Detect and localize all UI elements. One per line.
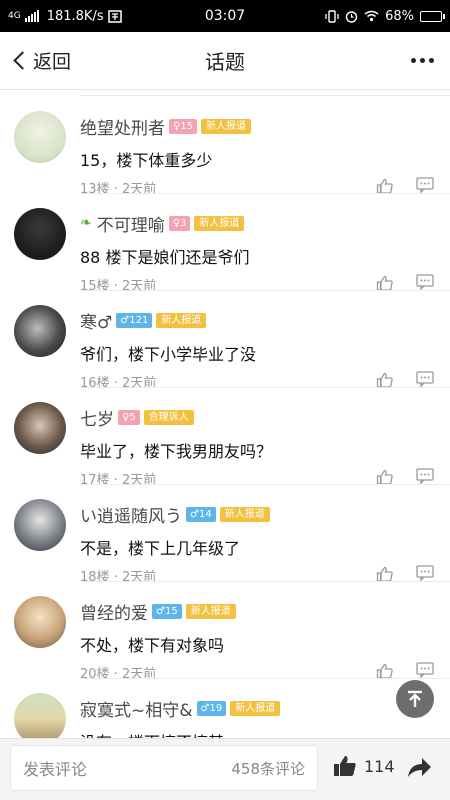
like-button[interactable]: 114 <box>332 753 395 779</box>
signal-icon <box>24 10 39 22</box>
comment-item[interactable]: 七岁 ♀5 合理诉人 毕业了，楼下我男朋友吗？ 17楼 · 2天前 <box>0 388 450 488</box>
username-row: 七岁 ♀5 合理诉人 <box>80 405 194 430</box>
avatar[interactable] <box>14 693 66 738</box>
status-bar: 4G 181.8K/s 03:07 68% <box>0 0 450 32</box>
username-row: 曾经的爱 ♂15 新人报道 <box>80 599 236 624</box>
back-button[interactable]: 返回 <box>0 32 71 89</box>
network-speed: 181.8K/s <box>46 8 104 24</box>
more-options-button[interactable] <box>411 58 450 63</box>
comment-item[interactable]: 曾经的爱 ♂15 新人报道 不处，楼下有对象吗 20楼 · 2天前 <box>0 582 450 682</box>
title-badge: 新人报道 <box>219 506 270 522</box>
username[interactable]: 寂寞式~相守& <box>80 696 193 721</box>
title-badge: 新人报道 <box>230 700 281 716</box>
like-count: 114 <box>364 756 395 776</box>
comment-item[interactable]: 绝望处刑者 ♀15 新人报道 15，楼下体重多少 13楼 · 2天前 <box>0 97 450 197</box>
back-label: 返回 <box>33 51 72 73</box>
battery-percent: 68% <box>385 8 414 24</box>
comment-item[interactable]: ❧ 不可理喻 ♀3 新人报道 88 楼下是娘们还是爷们 15楼 · 2天前 <box>0 194 450 294</box>
comment-item[interactable]: 寒♂ ♂121 新人报道 爷们，楼下小学毕业了没 16楼 · 2天前 <box>0 291 450 391</box>
username[interactable]: 七岁 <box>80 405 114 430</box>
title-badge: 新人报道 <box>156 312 207 328</box>
username-row: 绝望处刑者 ♀15 新人报道 <box>80 114 252 139</box>
avatar[interactable] <box>14 402 66 454</box>
title-badge: 合理诉人 <box>143 409 194 425</box>
username-row: 寂寞式~相守& ♂19 新人报道 <box>80 696 281 721</box>
gender-level-badge: ♂14 <box>186 506 216 522</box>
avatar[interactable] <box>14 208 66 260</box>
more-dot <box>420 58 425 63</box>
share-arrow-icon <box>408 758 431 777</box>
username[interactable]: 绝望处刑者 <box>80 114 165 139</box>
share-button[interactable] <box>405 755 433 785</box>
username[interactable]: 寒♂ <box>80 308 112 333</box>
gender-level-badge: ♂121 <box>116 312 153 328</box>
comment-text: 没有，楼下搞不搞基 <box>80 729 224 738</box>
status-right: 68% <box>325 8 445 24</box>
comment-text: 15，楼下体重多少 <box>80 151 213 170</box>
comment-input-placeholder: 发表评论 <box>23 760 88 779</box>
avatar[interactable] <box>14 596 66 648</box>
gender-level-badge: ♂19 <box>196 700 227 716</box>
chevron-left-icon <box>13 51 32 70</box>
username[interactable]: い逍遥随风う <box>80 502 182 527</box>
comment-text: 毕业了，楼下我男朋友吗？ <box>80 442 273 461</box>
comment-text: 88 楼下是娘们还是爷们 <box>80 248 250 267</box>
comment-item[interactable]: い逍遥随风う ♂14 新人报道 不是，楼下上几年级了 18楼 · 2天前 <box>0 485 450 585</box>
alarm-icon <box>345 10 358 23</box>
gender-level-badge: ♂15 <box>152 603 182 619</box>
comment-list[interactable]: 绝望处刑者 ♀15 新人报道 15，楼下体重多少 13楼 · 2天前 ❧ 不可理喻… <box>0 90 450 738</box>
bottom-bar: 发表评论 458条评论 114 <box>0 738 450 800</box>
battery-icon <box>420 10 445 22</box>
title-badge: 新人报道 <box>201 118 252 134</box>
username-row: ❧ 不可理喻 ♀3 新人报道 <box>80 211 245 236</box>
comment-count: 458条评论 <box>231 759 305 778</box>
comment-text: 不处，楼下有对象吗 <box>80 636 225 655</box>
avatar[interactable] <box>14 305 66 357</box>
vibrate-icon <box>325 9 339 23</box>
thumbs-up-icon <box>334 756 356 776</box>
username-row: 寒♂ ♂121 新人报道 <box>80 308 207 333</box>
status-left: 4G 181.8K/s <box>8 9 122 24</box>
sim-icon <box>107 9 122 23</box>
previous-comment-edge <box>80 90 450 96</box>
avatar[interactable] <box>14 499 66 551</box>
network-type: 4G <box>8 11 21 21</box>
nav-bar: 返回 话题 <box>0 32 450 90</box>
username[interactable]: 曾经的爱 <box>80 599 148 624</box>
leaf-icon: ❧ <box>80 215 92 231</box>
gender-level-badge: ♀5 <box>118 409 140 425</box>
wifi-icon <box>364 10 379 22</box>
comment-item[interactable]: 寂寞式~相守& ♂19 新人报道 没有，楼下搞不搞基 <box>0 679 450 738</box>
gender-level-badge: ♀3 <box>168 215 191 231</box>
avatar[interactable] <box>14 111 66 163</box>
more-dot <box>429 58 434 63</box>
scroll-to-top-button[interactable] <box>396 680 434 718</box>
title-badge: 新人报道 <box>194 215 245 231</box>
comment-text: 不是，楼下上几年级了 <box>80 539 241 558</box>
arrow-up-to-top-icon <box>408 690 422 707</box>
gender-level-badge: ♀15 <box>169 118 198 134</box>
username[interactable]: 不可理喻 <box>97 211 165 236</box>
comment-input[interactable]: 发表评论 458条评论 <box>10 745 318 791</box>
comment-text: 爷们，楼下小学毕业了没 <box>80 345 257 364</box>
title-badge: 新人报道 <box>185 603 236 619</box>
more-dots-icon <box>411 58 416 63</box>
username-row: い逍遥随风う ♂14 新人报道 <box>80 502 270 527</box>
